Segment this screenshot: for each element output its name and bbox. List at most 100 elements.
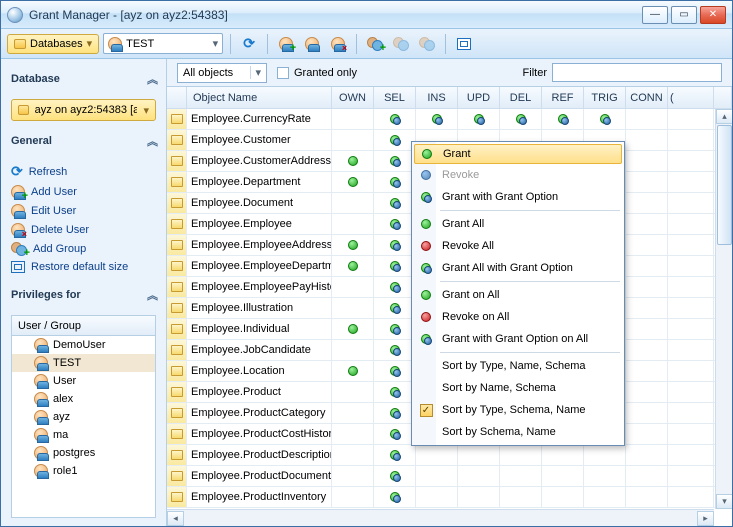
row-icon-cell[interactable] [167,193,187,214]
grant-cell[interactable] [374,235,416,256]
col-header[interactable]: UPD [458,87,500,109]
grant-cell[interactable] [668,424,714,445]
grant-cell[interactable] [626,235,668,256]
grant-cell[interactable] [332,193,374,214]
grant-cell[interactable] [416,445,458,466]
grant-cell[interactable] [332,487,374,508]
privileges-list[interactable]: DemoUserTESTUseralexayzmapostgresrole1 [11,335,156,518]
object-name-cell[interactable]: Employee.ProductDescription [187,445,332,466]
grant-cell[interactable] [374,256,416,277]
row-icon-cell[interactable] [167,487,187,508]
grant-cell[interactable] [668,382,714,403]
grant-cell[interactable] [374,109,416,130]
menu-item[interactable]: Grant with Grant Option on All [414,328,622,350]
grant-cell[interactable] [374,193,416,214]
grant-cell[interactable] [500,466,542,487]
grant-cell[interactable] [668,172,714,193]
object-name-cell[interactable]: Employee.Product [187,382,332,403]
menu-item[interactable]: Sort by Type, Name, Schema [414,355,622,377]
grant-cell[interactable] [500,487,542,508]
databases-dropdown[interactable]: Databases ▾ [7,34,99,54]
menu-item[interactable]: Sort by Name, Schema [414,377,622,399]
grant-cell[interactable] [458,487,500,508]
grant-cell[interactable] [416,466,458,487]
grant-cell[interactable] [668,298,714,319]
object-name-cell[interactable]: Employee.CustomerAddress [187,151,332,172]
grant-cell[interactable] [374,172,416,193]
restore-size-button[interactable] [453,33,475,55]
grant-cell[interactable] [626,214,668,235]
grant-cell[interactable] [626,109,668,130]
scroll-left-button[interactable]: ◂ [167,511,184,526]
refresh-link[interactable]: ⟳Refresh [11,163,156,180]
grant-cell[interactable] [626,298,668,319]
row-icon-cell[interactable] [167,256,187,277]
filter-input[interactable] [552,63,722,82]
object-name-cell[interactable]: Employee.ProductDocument [187,466,332,487]
grant-cell[interactable] [626,130,668,151]
row-icon-cell[interactable] [167,445,187,466]
priv-item[interactable]: DemoUser [12,336,155,354]
grant-cell[interactable] [626,319,668,340]
grant-cell[interactable] [626,466,668,487]
object-name-cell[interactable]: Employee.Location [187,361,332,382]
context-menu[interactable]: GrantRevokeGrant with Grant OptionGrant … [411,141,625,446]
grant-cell[interactable] [500,445,542,466]
grant-cell[interactable] [374,403,416,424]
row-icon-cell[interactable] [167,340,187,361]
menu-item[interactable]: Sort by Schema, Name [414,421,622,443]
grant-cell[interactable] [332,424,374,445]
object-name-cell[interactable]: Employee.Department [187,172,332,193]
grant-cell[interactable] [458,466,500,487]
grant-cell[interactable] [626,193,668,214]
grant-cell[interactable] [416,487,458,508]
object-name-cell[interactable]: Employee.ProductCategory [187,403,332,424]
priv-item[interactable]: postgres [12,444,155,462]
horizontal-scrollbar[interactable]: ◂ ▸ [167,509,714,526]
grant-cell[interactable] [626,382,668,403]
grant-cell[interactable] [500,109,542,130]
grant-cell[interactable] [668,151,714,172]
row-icon-cell[interactable] [167,361,187,382]
grant-cell[interactable] [332,403,374,424]
grant-cell[interactable] [584,487,626,508]
grant-cell[interactable] [626,256,668,277]
close-button[interactable]: ✕ [700,6,726,24]
grant-cell[interactable] [458,109,500,130]
grant-cell[interactable] [332,382,374,403]
grant-cell[interactable] [668,235,714,256]
grant-cell[interactable] [374,445,416,466]
grant-cell[interactable] [374,466,416,487]
grant-cell[interactable] [668,445,714,466]
col-header[interactable]: SEL [374,87,416,109]
priv-item[interactable]: ma [12,426,155,444]
row-icon-cell[interactable] [167,109,187,130]
grant-cell[interactable] [668,109,714,130]
row-icon-cell[interactable] [167,298,187,319]
col-header[interactable]: REF [542,87,584,109]
grant-cell[interactable] [626,277,668,298]
object-name-cell[interactable]: Employee.Document [187,193,332,214]
priv-item[interactable]: TEST [12,354,155,372]
grant-cell[interactable] [584,109,626,130]
general-header[interactable]: General ︽ [11,129,156,153]
row-icon-cell[interactable] [167,277,187,298]
object-name-cell[interactable]: Employee.ProductInventory [187,487,332,508]
grant-cell[interactable] [542,445,584,466]
grant-cell[interactable] [668,277,714,298]
menu-item[interactable]: Revoke on All [414,306,622,328]
add-user-button[interactable]: + [275,33,297,55]
grant-cell[interactable] [626,340,668,361]
col-header[interactable]: Object Name [187,87,332,109]
grant-cell[interactable] [374,151,416,172]
grant-cell[interactable] [668,130,714,151]
priv-item[interactable]: ayz [12,408,155,426]
object-name-cell[interactable]: Employee.Individual [187,319,332,340]
menu-item[interactable]: Revoke All [414,235,622,257]
grant-cell[interactable] [332,235,374,256]
row-icon-cell[interactable] [167,382,187,403]
object-name-cell[interactable]: Employee.EmployeeDepartment [187,256,332,277]
grant-cell[interactable] [332,109,374,130]
grant-cell[interactable] [374,277,416,298]
grant-cell[interactable] [374,130,416,151]
